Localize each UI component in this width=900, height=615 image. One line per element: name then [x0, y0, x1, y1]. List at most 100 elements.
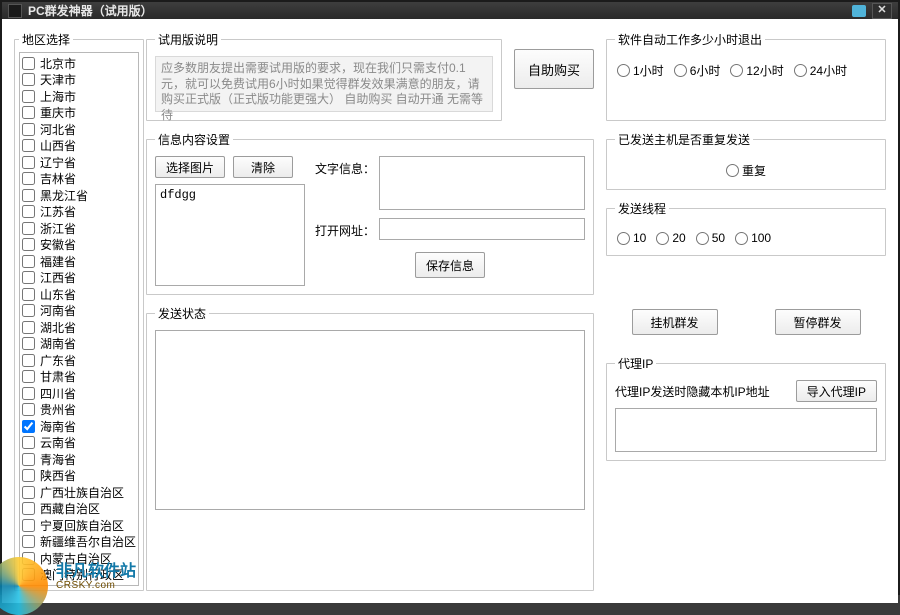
region-row[interactable]: 北京市 [22, 55, 136, 72]
region-row[interactable]: 山西省 [22, 138, 136, 155]
threads-option[interactable]: 10 [617, 231, 646, 245]
auto-exit-radio[interactable] [794, 64, 807, 77]
auto-exit-option[interactable]: 24小时 [794, 62, 847, 79]
start-button[interactable]: 挂机群发 [632, 309, 718, 335]
region-row[interactable]: 湖北省 [22, 319, 136, 336]
region-checkbox[interactable] [22, 139, 35, 152]
auto-exit-radio[interactable] [617, 64, 630, 77]
region-checkbox[interactable] [22, 519, 35, 532]
status-box[interactable] [155, 330, 585, 510]
region-checkbox[interactable] [22, 469, 35, 482]
threads-option[interactable]: 50 [696, 231, 725, 245]
region-row[interactable]: 安徽省 [22, 237, 136, 254]
region-checkbox[interactable] [22, 370, 35, 383]
auto-exit-option[interactable]: 1小时 [617, 62, 664, 79]
region-row[interactable]: 云南省 [22, 435, 136, 452]
save-info-button[interactable]: 保存信息 [415, 252, 485, 278]
threads-radio[interactable] [656, 232, 669, 245]
region-checkbox[interactable] [22, 255, 35, 268]
region-row[interactable]: 四川省 [22, 385, 136, 402]
region-checkbox[interactable] [22, 535, 35, 548]
region-row[interactable]: 浙江省 [22, 220, 136, 237]
region-checkbox[interactable] [22, 552, 35, 565]
region-row[interactable]: 青海省 [22, 451, 136, 468]
clear-button[interactable]: 清除 [233, 156, 293, 178]
region-checkbox[interactable] [22, 420, 35, 433]
region-checkbox[interactable] [22, 205, 35, 218]
auto-exit-radio[interactable] [674, 64, 687, 77]
region-row[interactable]: 重庆市 [22, 105, 136, 122]
region-checkbox[interactable] [22, 57, 35, 70]
region-checkbox[interactable] [22, 73, 35, 86]
region-row[interactable]: 宁夏回族自治区 [22, 517, 136, 534]
region-checkbox[interactable] [22, 189, 35, 202]
region-row[interactable]: 贵州省 [22, 402, 136, 419]
region-row[interactable]: 天津市 [22, 72, 136, 89]
threads-radio[interactable] [735, 232, 748, 245]
import-proxy-button[interactable]: 导入代理IP [796, 380, 877, 402]
region-checkbox[interactable] [22, 106, 35, 119]
region-row[interactable]: 河北省 [22, 121, 136, 138]
region-row[interactable]: 江西省 [22, 270, 136, 287]
region-checkbox[interactable] [22, 436, 35, 449]
region-checkbox[interactable] [22, 387, 35, 400]
content-textarea[interactable] [155, 184, 305, 286]
region-label: 青海省 [40, 451, 76, 468]
region-row[interactable]: 广东省 [22, 352, 136, 369]
region-row[interactable]: 吉林省 [22, 171, 136, 188]
region-row[interactable]: 广西壮族自治区 [22, 484, 136, 501]
auto-exit-radio[interactable] [730, 64, 743, 77]
region-checkbox[interactable] [22, 288, 35, 301]
threads-radio[interactable] [696, 232, 709, 245]
region-row[interactable]: 甘肃省 [22, 369, 136, 386]
region-checkbox[interactable] [22, 238, 35, 251]
region-row[interactable]: 上海市 [22, 88, 136, 105]
region-checkbox[interactable] [22, 172, 35, 185]
pause-button[interactable]: 暂停群发 [775, 309, 861, 335]
dedup-option[interactable]: 重复 [726, 162, 766, 179]
region-checkbox[interactable] [22, 354, 35, 367]
close-button[interactable]: ✕ [872, 3, 892, 19]
dedup-radio[interactable] [726, 164, 739, 177]
region-row[interactable]: 澳门特别行政区 [22, 567, 136, 584]
region-row[interactable]: 海南省 [22, 418, 136, 435]
region-row[interactable]: 西藏自治区 [22, 501, 136, 518]
region-checkbox[interactable] [22, 403, 35, 416]
region-list[interactable]: 北京市天津市上海市重庆市河北省山西省辽宁省吉林省黑龙江省江苏省浙江省安徽省福建省… [19, 52, 139, 586]
auto-exit-option[interactable]: 6小时 [674, 62, 721, 79]
auto-exit-option[interactable]: 12小时 [730, 62, 783, 79]
threads-option[interactable]: 20 [656, 231, 685, 245]
text-info-input[interactable] [379, 156, 585, 210]
proxy-list-box[interactable] [615, 408, 877, 452]
region-checkbox[interactable] [22, 271, 35, 284]
buy-button[interactable]: 自助购买 [514, 49, 594, 89]
region-checkbox[interactable] [22, 337, 35, 350]
threads-option[interactable]: 100 [735, 231, 771, 245]
region-row[interactable]: 辽宁省 [22, 154, 136, 171]
region-checkbox[interactable] [22, 123, 35, 136]
threads-radio[interactable] [617, 232, 630, 245]
restore-button[interactable] [849, 3, 869, 19]
region-row[interactable]: 陕西省 [22, 468, 136, 485]
region-row[interactable]: 内蒙古自治区 [22, 550, 136, 567]
region-checkbox[interactable] [22, 222, 35, 235]
region-row[interactable]: 黑龙江省 [22, 187, 136, 204]
region-row[interactable]: 山东省 [22, 286, 136, 303]
region-checkbox[interactable] [22, 568, 35, 581]
region-row[interactable]: 河南省 [22, 303, 136, 320]
region-row[interactable]: 湖南省 [22, 336, 136, 353]
region-checkbox[interactable] [22, 156, 35, 169]
region-checkbox[interactable] [22, 502, 35, 515]
region-checkbox[interactable] [22, 321, 35, 334]
region-checkbox[interactable] [22, 486, 35, 499]
region-row[interactable]: 江苏省 [22, 204, 136, 221]
open-url-input[interactable] [379, 218, 585, 240]
region-checkbox[interactable] [22, 304, 35, 317]
region-row[interactable]: 福建省 [22, 253, 136, 270]
region-row[interactable]: 新疆维吾尔自治区 [22, 534, 136, 551]
region-checkbox[interactable] [22, 90, 35, 103]
region-label: 陕西省 [40, 467, 76, 484]
select-image-button[interactable]: 选择图片 [155, 156, 225, 178]
window-title: PC群发神器（试用版） [28, 2, 153, 19]
region-checkbox[interactable] [22, 453, 35, 466]
